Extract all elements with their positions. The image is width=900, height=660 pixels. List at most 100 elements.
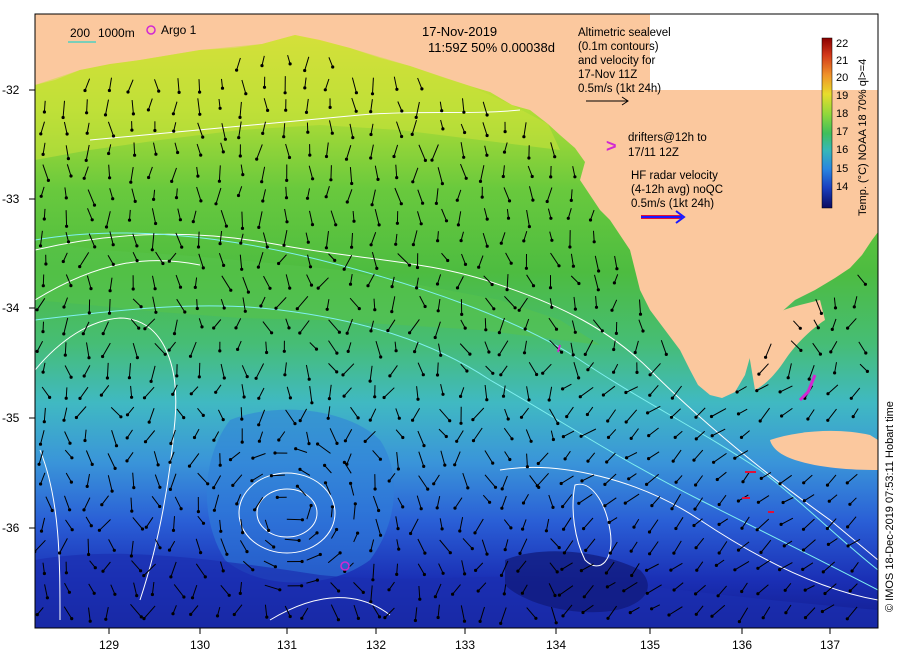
- velocity-arrow-head: [158, 485, 162, 489]
- velocity-arrow-head: [864, 351, 868, 355]
- velocity-arrow-head: [215, 614, 220, 618]
- velocity-arrow-head: [474, 568, 478, 573]
- velocity-arrow-head: [168, 460, 172, 464]
- velocity-arrow-head: [251, 456, 255, 460]
- velocity-arrow-head: [315, 531, 319, 535]
- lat-tick-label: -34: [2, 301, 20, 315]
- velocity-arrow-head: [135, 594, 139, 598]
- velocity-arrow-head: [440, 182, 444, 186]
- velocity-arrow-head: [46, 178, 51, 182]
- velocity-arrow-head: [693, 507, 697, 511]
- velocity-arrow-head: [522, 351, 527, 355]
- velocity-arrow-head: [78, 265, 82, 269]
- velocity-arrow-head: [549, 175, 553, 179]
- velocity-arrow-head: [418, 597, 422, 601]
- velocity-arrow-head: [282, 349, 286, 353]
- svg-text:HF radar velocity: HF radar velocity: [631, 170, 718, 182]
- velocity-arrow-head: [130, 509, 134, 513]
- velocity-arrow: [330, 165, 332, 180]
- velocity-arrow: [198, 362, 201, 377]
- velocity-arrow: [198, 231, 200, 248]
- velocity-arrow-head: [430, 158, 434, 162]
- velocity-arrow-head: [61, 259, 65, 264]
- velocity-arrow-head: [66, 240, 71, 244]
- velocity-arrow-head: [169, 575, 173, 579]
- velocity-arrow-head: [84, 158, 88, 162]
- velocity-arrow-head: [577, 376, 581, 380]
- isobath-200-label: 200: [70, 26, 90, 40]
- velocity-arrow-head: [801, 527, 806, 531]
- velocity-arrow-head: [499, 621, 503, 626]
- velocity-arrow-head: [565, 415, 569, 419]
- velocity-arrow-head: [179, 507, 183, 511]
- velocity-arrow-head: [463, 262, 468, 266]
- lon-tick-label: 131: [277, 638, 297, 652]
- velocity-arrow-head: [366, 284, 370, 288]
- velocity-arrow-head: [471, 418, 475, 422]
- velocity-arrow-head: [265, 350, 269, 355]
- velocity-arrow-head: [581, 610, 585, 615]
- lat-tick-label: -35: [2, 411, 20, 425]
- velocity-arrow-head: [129, 554, 133, 558]
- velocity-arrow-head: [231, 483, 235, 487]
- velocity-arrow-head: [175, 374, 179, 378]
- velocity-arrow-head: [89, 287, 93, 291]
- velocity-arrow-head: [507, 199, 512, 203]
- velocity-arrow-head: [111, 262, 115, 266]
- velocity-arrow-head: [473, 531, 477, 535]
- velocity-arrow-head: [114, 444, 119, 448]
- velocity-arrow-head: [801, 567, 805, 572]
- velocity-arrow-head: [147, 175, 151, 180]
- velocity-arrow-head: [395, 87, 399, 91]
- velocity-arrow-head: [648, 393, 652, 397]
- velocity-arrow: [241, 211, 243, 229]
- velocity-arrow-head: [497, 353, 501, 357]
- velocity-arrow-head: [756, 500, 761, 504]
- velocity-arrow-head: [251, 568, 255, 572]
- velocity-arrow-head: [625, 456, 629, 460]
- velocity-arrow-head: [650, 607, 654, 611]
- velocity-arrow-head: [260, 64, 264, 68]
- velocity-arrow-head: [127, 218, 132, 222]
- velocity-arrow-head: [127, 376, 131, 380]
- velocity-arrow-head: [556, 421, 560, 426]
- velocity-arrow-head: [125, 413, 130, 417]
- velocity-arrow-head: [798, 326, 802, 330]
- velocity-arrow-head: [35, 613, 39, 617]
- velocity-arrow-head: [605, 585, 610, 589]
- velocity-arrow-head: [848, 502, 852, 506]
- velocity-arrow-head: [506, 216, 511, 220]
- velocity-arrow-head: [573, 175, 577, 179]
- velocity-arrow-head: [692, 458, 696, 462]
- velocity-arrow-head: [694, 592, 698, 596]
- velocity-arrow-head: [133, 199, 137, 203]
- velocity-arrow-head: [756, 566, 760, 570]
- velocity-arrow-head: [833, 371, 837, 375]
- velocity-arrow-head: [48, 395, 52, 399]
- velocity-arrow-head: [413, 350, 417, 354]
- velocity-arrow-head: [825, 483, 830, 487]
- velocity-arrow-head: [410, 132, 414, 136]
- velocity-arrow-head: [104, 617, 108, 621]
- velocity-arrow-head: [64, 571, 68, 575]
- velocity-arrow-head: [153, 287, 157, 291]
- velocity-arrow-head: [399, 202, 403, 206]
- velocity-arrow-head: [35, 349, 39, 353]
- velocity-arrow-head: [527, 225, 532, 229]
- velocity-arrow-head: [354, 109, 358, 113]
- velocity-arrow-head: [69, 284, 73, 288]
- velocity-arrow-head: [829, 350, 833, 354]
- velocity-arrow-head: [786, 376, 790, 380]
- velocity-arrow-head: [349, 481, 353, 485]
- velocity-arrow-head: [553, 155, 557, 159]
- velocity-arrow-head: [196, 510, 200, 514]
- velocity-arrow-head: [443, 463, 447, 467]
- velocity-arrow-head: [648, 373, 652, 377]
- velocity-arrow-head: [441, 127, 445, 131]
- velocity-arrow-head: [324, 246, 328, 250]
- velocity-arrow-head: [298, 467, 302, 471]
- velocity-arrow-head: [221, 418, 225, 422]
- velocity-arrow: [86, 99, 88, 113]
- velocity-arrow-head: [716, 594, 720, 598]
- velocity-arrow-head: [131, 287, 135, 291]
